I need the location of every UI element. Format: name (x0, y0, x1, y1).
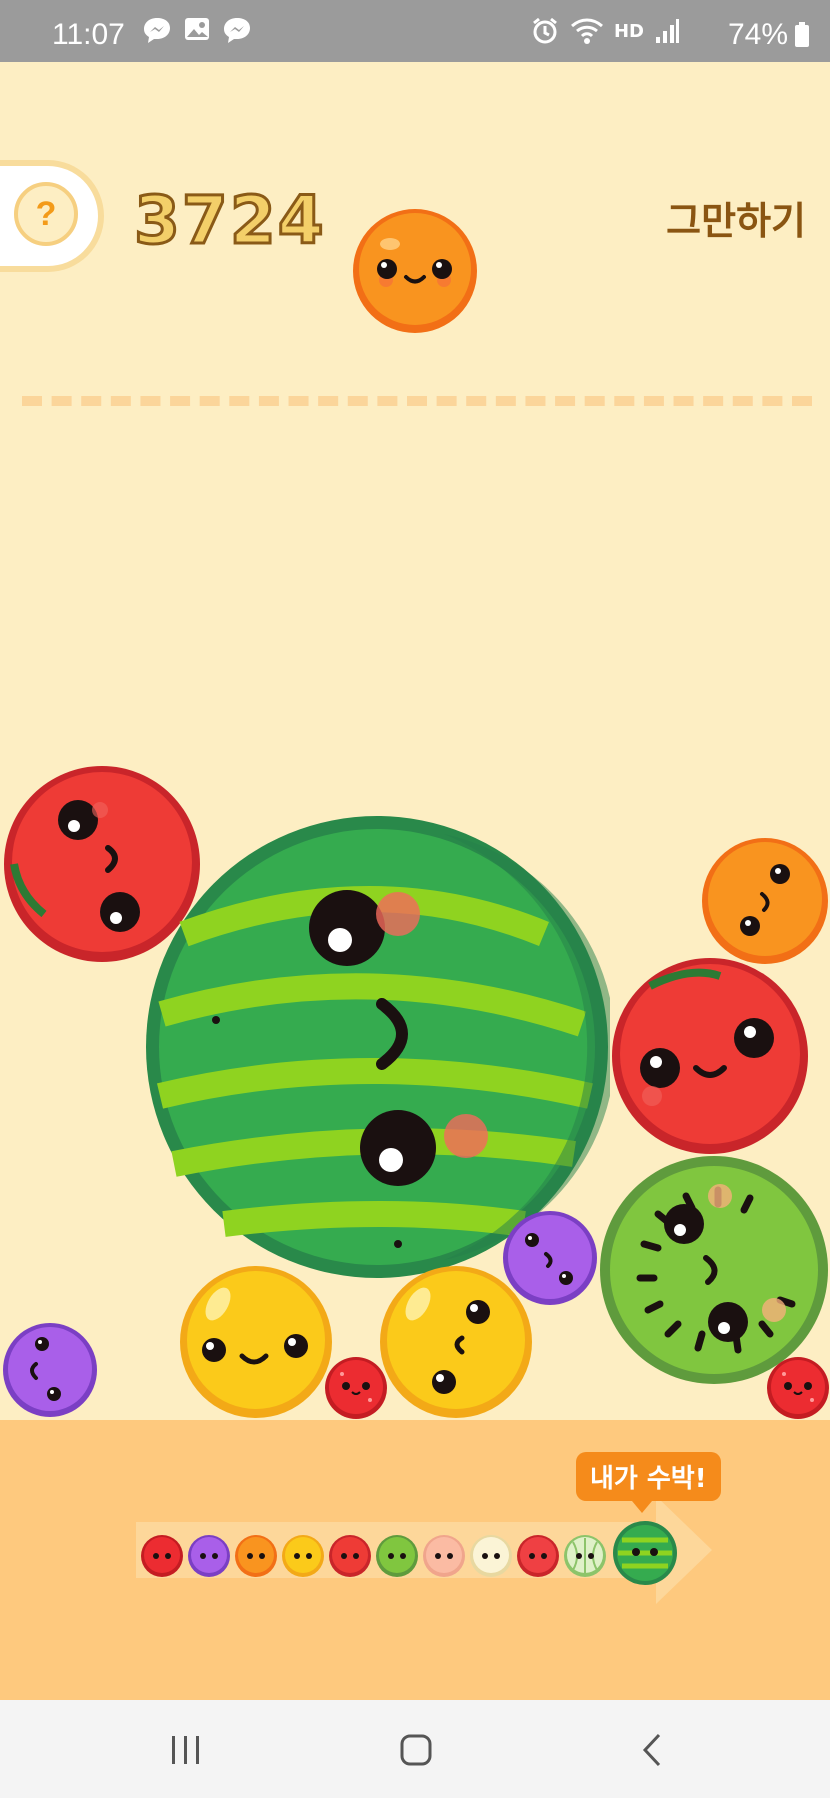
battery-percent: 74% (727, 18, 788, 51)
recent-apps-button[interactable] (156, 1722, 216, 1778)
home-icon (400, 1734, 432, 1766)
quit-button[interactable]: 그만하기 (666, 190, 806, 245)
evo-melon (564, 1535, 606, 1577)
evo-grape (188, 1535, 230, 1577)
fruit-dekopon (380, 1266, 532, 1418)
alarm-icon (533, 17, 557, 44)
wifi-icon (570, 18, 603, 44)
back-button[interactable] (622, 1722, 682, 1778)
home-button[interactable] (386, 1722, 446, 1778)
system-icons: HD (530, 16, 680, 46)
evo-orange (235, 1535, 277, 1577)
fruit-orange (702, 838, 828, 964)
danger-line (22, 396, 812, 406)
back-icon (642, 1733, 661, 1767)
status-bar: 11:07 HD 74% (0, 0, 830, 62)
score: 3724 (133, 181, 326, 261)
navigation-bar (0, 1700, 830, 1798)
gallery-icon (185, 18, 209, 40)
battery-indicator: 74% (728, 18, 810, 52)
evolution-chain (140, 1520, 680, 1585)
next-fruit-orange[interactable] (350, 206, 480, 336)
evo-pear (470, 1535, 512, 1577)
fruit-apple (612, 958, 808, 1154)
messenger-icon (144, 18, 170, 43)
evo-kiwi (376, 1535, 418, 1577)
recent-apps-icon (172, 1736, 199, 1764)
fruit-grape (3, 1323, 97, 1417)
evo-tomato (517, 1535, 559, 1577)
messenger-icon (224, 18, 250, 43)
battery-icon (795, 22, 809, 47)
status-time: 11:07 (52, 18, 125, 51)
watermelon-callout: 내가 수박! (576, 1452, 721, 1513)
fruit-cherry (767, 1357, 829, 1419)
notification-icons (140, 14, 254, 48)
signal-icon (656, 19, 679, 43)
evo-dekopon (282, 1535, 324, 1577)
hd-voice-label: HD (613, 20, 644, 42)
evo-peach (423, 1535, 465, 1577)
evo-watermelon (613, 1521, 677, 1585)
evo-apple (329, 1535, 371, 1577)
fruit-kiwi (600, 1156, 828, 1384)
fruit-dekopon (180, 1266, 332, 1418)
evo-cherry (141, 1535, 183, 1577)
question-icon[interactable]: ? (14, 182, 78, 246)
fruit-cherry (325, 1357, 387, 1419)
